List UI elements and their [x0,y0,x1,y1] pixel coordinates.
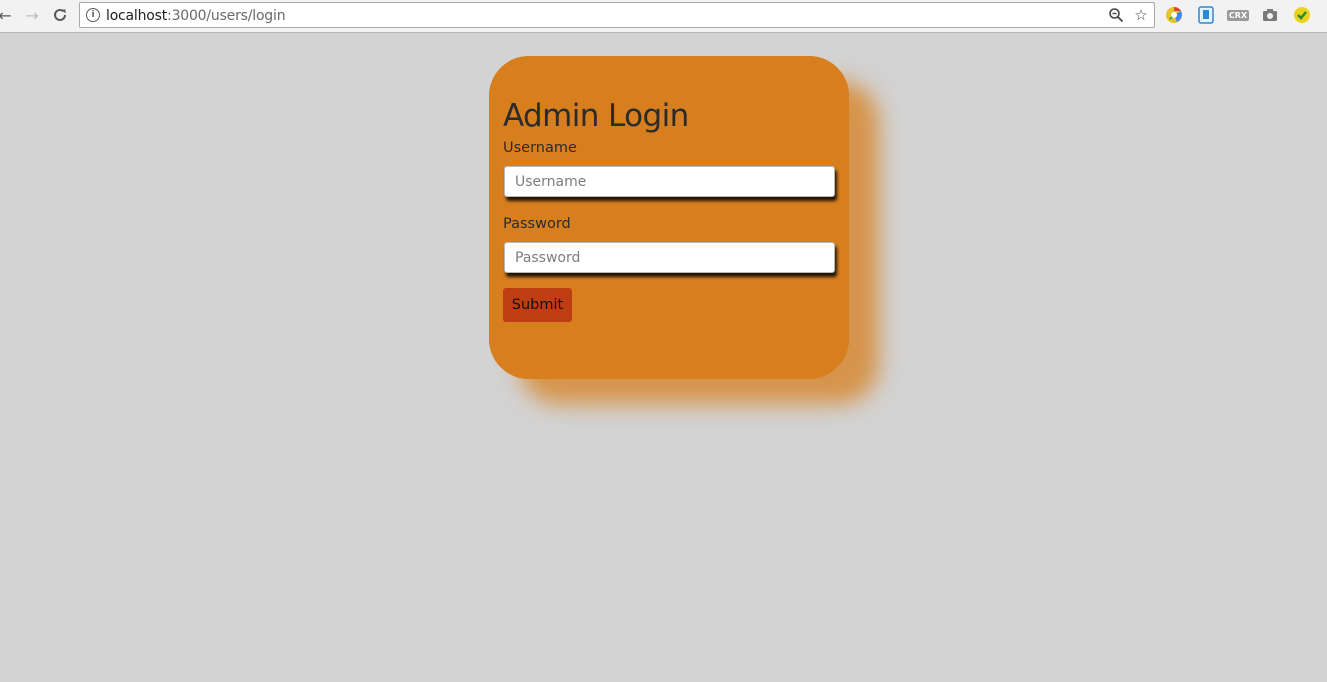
password-label: Password [503,216,571,232]
page-title: Admin Login [503,98,689,134]
star-glyph: ☆ [1134,6,1148,24]
url-text[interactable]: localhost:3000/users/login [106,8,286,24]
back-button[interactable]: ← [0,4,16,26]
zoom-icon[interactable] [1107,6,1125,24]
username-label: Username [503,140,577,156]
url-path: :3000/users/login [167,8,286,24]
url-host: localhost [106,8,168,24]
green-extension-glyph [1294,7,1310,23]
crx-label: CRX [1226,9,1250,21]
info-icon[interactable]: i [86,8,100,22]
forward-arrow-icon: → [25,5,39,25]
browser-toolbar: ← → i localhost:3000/users/login ☆ CRX [0,0,1327,33]
login-card: Admin Login Username Password Submit [489,56,849,379]
camera-glyph [1263,9,1277,21]
username-input[interactable] [504,166,835,197]
back-arrow-icon: ← [0,5,12,25]
colorful-extension-glyph [1166,6,1182,23]
colorful-extension-icon[interactable] [1165,6,1183,24]
blue-extension-glyph [1198,6,1214,24]
magnifier-icon [1109,8,1124,23]
submit-button[interactable]: Submit [503,288,572,322]
reload-icon [54,8,66,21]
password-input[interactable] [504,242,835,273]
blue-extension-icon[interactable] [1197,6,1215,24]
crx-icon[interactable]: CRX [1226,6,1250,24]
address-bar[interactable]: i localhost:3000/users/login ☆ [79,2,1155,28]
reload-button[interactable] [49,4,71,26]
green-extension-icon[interactable] [1293,6,1311,24]
camera-icon[interactable] [1261,6,1279,24]
forward-button[interactable]: → [21,4,43,26]
bookmark-star-icon[interactable]: ☆ [1132,6,1150,24]
